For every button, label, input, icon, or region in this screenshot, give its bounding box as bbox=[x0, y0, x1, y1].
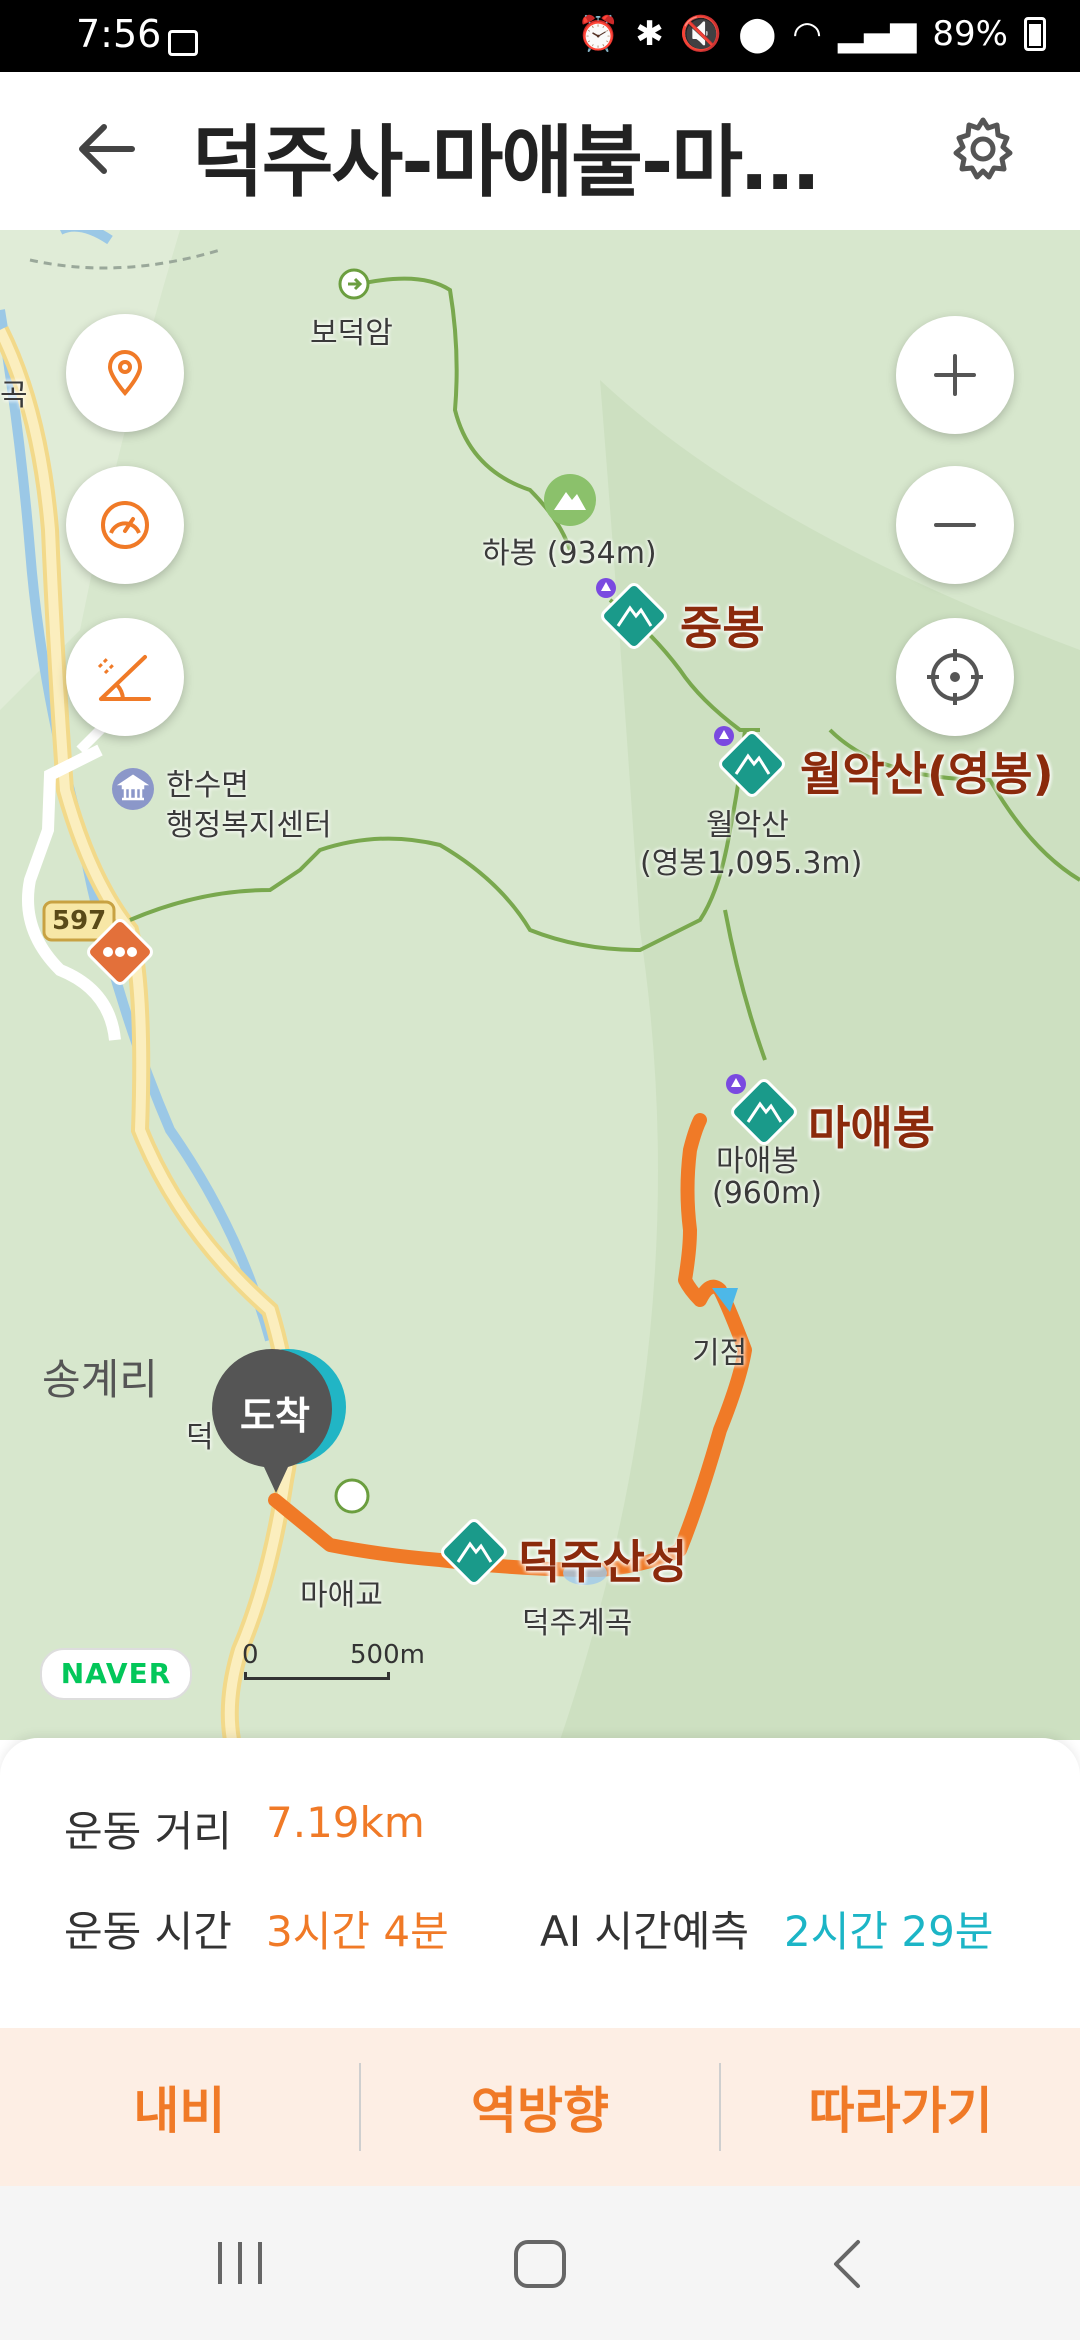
map-label-maebong: 마애봉 bbox=[808, 1101, 935, 1155]
page-title: 덕주사-마애불-마애봉-월악산(영봉) bbox=[192, 118, 832, 208]
recent-apps-icon[interactable] bbox=[212, 2238, 268, 2288]
current-location-button[interactable] bbox=[896, 618, 1014, 736]
map-label-bodeokam: 보덕암 bbox=[310, 316, 393, 351]
status-time: 7:56 bbox=[76, 12, 162, 56]
home-icon[interactable] bbox=[510, 2236, 570, 2292]
status-bar: 7:56 ⏰ ✱ 🔇 ⬤ ◠ ▂▄▆ 89% bbox=[0, 0, 1080, 72]
navi-button[interactable]: 내비 bbox=[0, 2028, 359, 2186]
summit-marker-icon[interactable] bbox=[724, 1072, 804, 1152]
map-label-jungbong: 중봉 bbox=[680, 601, 765, 655]
map-label-deokjugyegok: 덕주계곡 bbox=[522, 1606, 633, 1641]
summit-marker-icon[interactable] bbox=[434, 1512, 514, 1592]
follow-button[interactable]: 따라가기 bbox=[721, 2028, 1080, 2186]
map-label-gicheok: 기점 bbox=[692, 1336, 748, 1371]
back-arrow-icon[interactable] bbox=[72, 114, 142, 184]
ai-prediction-value: 2시간 29분 bbox=[784, 1907, 994, 1956]
crosshair-icon bbox=[927, 649, 983, 705]
map-label-worak-sub2: (영봉1,095.3m) bbox=[640, 846, 863, 881]
wifi-icon: ◠ bbox=[792, 14, 822, 54]
scale-end: 500m bbox=[350, 1640, 425, 1670]
naver-logo: NAVER bbox=[40, 1648, 192, 1700]
ai-prediction-label: AI 시간예측 bbox=[540, 1907, 750, 1956]
arrive-marker[interactable]: 도착 bbox=[210, 1345, 350, 1509]
mute-icon: 🔇 bbox=[679, 14, 723, 54]
distance-value: 7.19km bbox=[266, 1798, 425, 1847]
scale-start: 0 bbox=[242, 1640, 259, 1670]
alarm-icon: ⏰ bbox=[577, 14, 620, 54]
mountain-peak-icon bbox=[544, 474, 596, 526]
map-label-hansu2: 행정복지센터 bbox=[166, 808, 332, 843]
map-view[interactable]: 보덕암 하봉 (934m) 중봉 월악산(영봉) 월악산 (영봉1,095.3m… bbox=[0, 230, 1080, 1740]
map-label-worak: 월악산(영봉) bbox=[800, 747, 1054, 801]
distance-label: 운동 거리 bbox=[64, 1807, 232, 1856]
scale-line bbox=[244, 1672, 390, 1680]
image-icon bbox=[168, 30, 198, 56]
app-header: 덕주사-마애불-마애봉-월악산(영봉) bbox=[0, 72, 1080, 231]
map-label-maebong-sub2: (960m) bbox=[712, 1176, 822, 1211]
map-label-songgye: 송계리 bbox=[42, 1355, 158, 1404]
elevation-slope-icon bbox=[97, 655, 151, 701]
battery-icon bbox=[1024, 17, 1046, 51]
system-nav-bar bbox=[0, 2186, 1080, 2340]
speedometer-button[interactable] bbox=[66, 466, 184, 584]
government-office-icon bbox=[112, 768, 154, 810]
location-icon: ⬤ bbox=[738, 14, 777, 54]
plus-icon bbox=[934, 354, 976, 396]
trail-start-icon bbox=[338, 268, 370, 300]
elevation-button[interactable] bbox=[66, 618, 184, 736]
location-pin-button[interactable] bbox=[66, 314, 184, 432]
signal-icon: ▂▄▆ bbox=[837, 14, 917, 54]
map-label-deokjusanseong: 덕주산성 bbox=[518, 1535, 688, 1589]
bluetooth-icon: ✱ bbox=[635, 14, 664, 54]
action-bar: 내비 역방향 따라가기 bbox=[0, 2028, 1080, 2186]
zoom-in-button[interactable] bbox=[896, 316, 1014, 434]
time-value: 3시간 4분 bbox=[266, 1907, 449, 1956]
summit-marker-icon[interactable] bbox=[712, 724, 792, 804]
zoom-out-button[interactable] bbox=[896, 466, 1014, 584]
scale-bar: 0 500m bbox=[242, 1640, 425, 1682]
map-label-left-edge: 곡 bbox=[0, 378, 28, 413]
more-poi-icon[interactable] bbox=[78, 910, 162, 994]
map-label-hansu1: 한수면 bbox=[166, 768, 249, 803]
reverse-button[interactable]: 역방향 bbox=[361, 2028, 720, 2186]
map-background bbox=[0, 230, 1080, 1740]
location-pin-icon bbox=[107, 350, 143, 397]
back-icon[interactable] bbox=[824, 2236, 868, 2292]
gear-icon[interactable] bbox=[950, 116, 1016, 182]
speedometer-icon bbox=[101, 501, 149, 549]
map-label-maegyo: 마애교 bbox=[300, 1578, 383, 1613]
time-label: 운동 시간 bbox=[64, 1907, 232, 1956]
arrive-label: 도착 bbox=[240, 1394, 310, 1438]
summit-marker-icon[interactable] bbox=[594, 576, 674, 656]
battery-percent: 89% bbox=[932, 14, 1008, 54]
route-stats-sheet: 운동 거리 7.19km 운동 시간 3시간 4분 AI 시간예측 2시간 29… bbox=[0, 1738, 1080, 2028]
status-icons: ⏰ ✱ 🔇 ⬤ ◠ ▂▄▆ 89% bbox=[577, 14, 1046, 54]
map-label-habong: 하봉 (934m) bbox=[482, 536, 657, 571]
minus-icon bbox=[934, 523, 976, 527]
